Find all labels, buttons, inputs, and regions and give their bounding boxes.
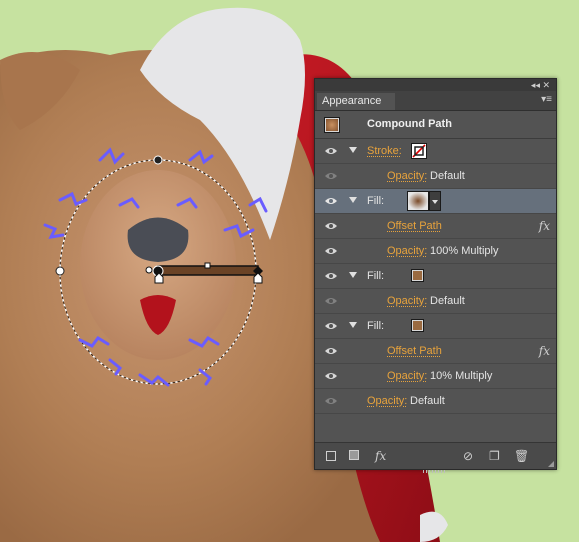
eye-icon[interactable] xyxy=(325,397,337,405)
tab-appearance[interactable]: Appearance xyxy=(317,93,395,110)
collapse-icon[interactable]: ◂◂ ✕ xyxy=(531,79,550,91)
offset-path-effect[interactable]: Offset Path xyxy=(387,339,442,363)
eye-icon[interactable] xyxy=(325,322,337,330)
appearance-row-stroke[interactable]: Stroke: xyxy=(315,139,556,164)
fill-label: Fill: xyxy=(367,195,385,207)
clear-appearance-icon[interactable]: ⊘ xyxy=(463,449,473,463)
fill-label: Fill: xyxy=(367,320,385,332)
fx-icon[interactable]: fx xyxy=(539,214,550,238)
opacity-value: Default xyxy=(410,395,445,407)
appearance-row-fill-opacity[interactable]: Opacity: 10% Multiply xyxy=(315,364,556,389)
anchor-point xyxy=(153,155,163,165)
expand-triangle-icon[interactable] xyxy=(349,322,357,328)
opacity-value: 10% Multiply xyxy=(430,370,493,382)
eye-icon[interactable] xyxy=(325,247,337,255)
appearance-row-fill-opacity[interactable]: Opacity: 100% Multiply xyxy=(315,239,556,264)
duplicate-item-icon[interactable]: ❐ xyxy=(489,449,500,463)
stroke-label[interactable]: Stroke: xyxy=(367,139,402,163)
fill-pattern-swatch-icon[interactable] xyxy=(407,191,429,211)
expand-triangle-icon[interactable] xyxy=(349,197,357,203)
appearance-row-offset-path[interactable]: Offset Path fx xyxy=(315,214,556,239)
trash-icon[interactable]: 🗑 xyxy=(514,449,529,463)
resize-grip[interactable] xyxy=(423,470,447,473)
eye-icon[interactable] xyxy=(325,222,337,230)
fill-color-swatch-icon[interactable] xyxy=(411,269,424,282)
panel-top-bar: ◂◂ ✕ xyxy=(315,79,556,91)
new-fill-icon[interactable] xyxy=(349,450,359,460)
panel-tab-bar: Appearance ▾≡ xyxy=(315,91,556,111)
opacity-label[interactable]: Opacity: xyxy=(367,389,407,413)
panel-resize-corner-icon[interactable] xyxy=(548,461,554,467)
eye-icon[interactable] xyxy=(325,297,337,305)
opacity-label[interactable]: Opacity: xyxy=(387,164,427,188)
fx-icon[interactable]: fx xyxy=(539,339,550,363)
appearance-row-offset-path[interactable]: Offset Path fx xyxy=(315,339,556,364)
expand-triangle-icon[interactable] xyxy=(349,272,357,278)
anchor-point xyxy=(55,266,65,276)
appearance-row-stroke-opacity[interactable]: Opacity: Default xyxy=(315,164,556,189)
opacity-label[interactable]: Opacity: xyxy=(387,364,427,388)
offset-path-effect[interactable]: Offset Path xyxy=(387,214,442,238)
object-thumbnail-icon xyxy=(324,117,340,133)
fill-dropdown-chevron-icon[interactable] xyxy=(429,191,441,211)
new-stroke-icon[interactable] xyxy=(326,451,336,461)
opacity-value: 100% Multiply xyxy=(430,245,499,257)
appearance-row-fill-opacity[interactable]: Opacity: Default xyxy=(315,289,556,314)
panel-menu-icon[interactable]: ▾≡ xyxy=(541,94,552,106)
opacity-value: Default xyxy=(430,295,465,307)
fill-label: Fill: xyxy=(367,270,385,282)
add-effect-fx-icon[interactable]: fx xyxy=(375,449,386,463)
eye-icon[interactable] xyxy=(325,272,337,280)
object-type-title: Compound Path xyxy=(367,118,452,130)
opacity-value: Default xyxy=(430,170,465,182)
fill-color-swatch-icon[interactable] xyxy=(411,319,424,332)
appearance-panel: ◂◂ ✕ Appearance ▾≡ Compound Path Stroke:… xyxy=(314,78,557,473)
opacity-label[interactable]: Opacity: xyxy=(387,239,427,263)
panel-footer: fx ⊘ ❐ 🗑 xyxy=(315,442,556,473)
stroke-none-swatch-icon[interactable] xyxy=(411,143,427,159)
eye-icon[interactable] xyxy=(325,372,337,380)
appearance-row-fill[interactable]: Fill: xyxy=(315,264,556,289)
opacity-label[interactable]: Opacity: xyxy=(387,289,427,313)
appearance-row-object-opacity[interactable]: Opacity: Default xyxy=(315,389,556,414)
eye-icon[interactable] xyxy=(325,197,337,205)
eye-icon[interactable] xyxy=(325,147,337,155)
eye-icon[interactable] xyxy=(325,347,337,355)
dog-nose xyxy=(127,217,189,262)
expand-triangle-icon[interactable] xyxy=(349,147,357,153)
eye-icon[interactable] xyxy=(325,172,337,180)
appearance-header: Compound Path xyxy=(315,111,556,139)
appearance-row-fill[interactable]: Fill: xyxy=(315,314,556,339)
appearance-row-fill-selected[interactable]: Fill: xyxy=(315,189,556,214)
